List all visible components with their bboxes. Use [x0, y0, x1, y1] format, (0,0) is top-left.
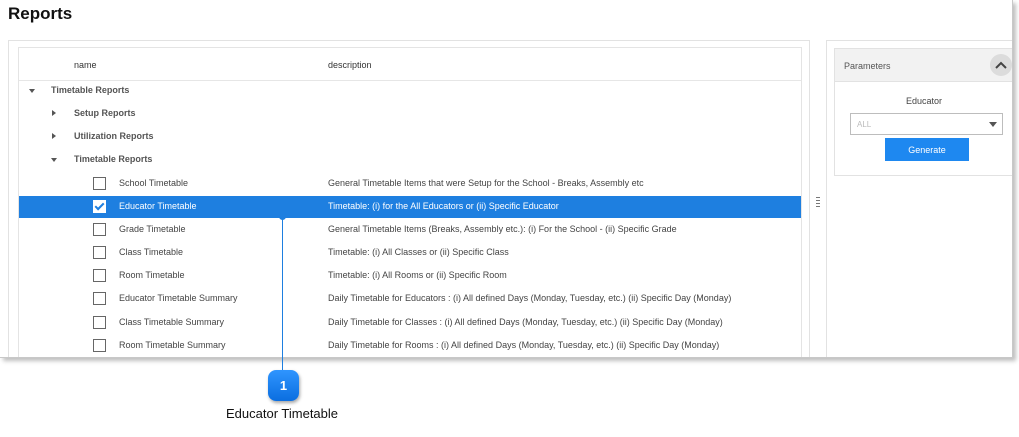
generate-button[interactable]: Generate — [885, 138, 969, 161]
report-name: School Timetable — [119, 178, 189, 188]
callout-badge: 1 — [268, 370, 299, 401]
report-description: Timetable: (i) All Rooms or (ii) Specifi… — [328, 270, 507, 280]
triangle-down-icon[interactable] — [29, 89, 35, 93]
report-description: Daily Timetable for Classes : (i) All de… — [328, 317, 723, 327]
row-checkbox[interactable] — [93, 339, 106, 352]
tree-group-utilization-reports[interactable]: Utilization Reports — [19, 126, 801, 148]
parameters-box: Parameters Educator ALL Generate — [834, 48, 1012, 176]
reports-window: Reports name description Timetable Repor… — [0, 0, 1013, 358]
report-name: Educator Timetable — [119, 201, 197, 211]
report-tree-grid: name description Timetable Reports Setup… — [18, 47, 802, 357]
collapse-button[interactable] — [990, 54, 1012, 76]
triangle-right-icon[interactable] — [52, 110, 56, 116]
report-name: Class Timetable — [119, 247, 184, 257]
column-header-description[interactable]: description — [328, 60, 372, 70]
group-label: Timetable Reports — [51, 85, 130, 95]
report-row-educator-timetable[interactable]: Educator Timetable Timetable: (i) for th… — [19, 196, 801, 218]
report-name: Room Timetable — [119, 270, 185, 280]
report-name: Class Timetable Summary — [119, 317, 225, 327]
report-row-room-timetable[interactable]: Room Timetable Timetable: (i) All Rooms … — [19, 265, 801, 287]
grid-header: name description — [19, 48, 801, 81]
row-checkbox-checked[interactable] — [93, 200, 106, 213]
tree-group-timetable-reports[interactable]: Timetable Reports — [19, 80, 801, 102]
callout-caption: Educator Timetable — [226, 406, 339, 421]
callout-line — [282, 216, 283, 376]
report-description: General Timetable Items (Breaks, Assembl… — [328, 224, 677, 234]
report-description: Daily Timetable for Rooms : (i) All defi… — [328, 340, 720, 350]
report-name: Grade Timetable — [119, 224, 186, 234]
report-row-class-timetable[interactable]: Class Timetable Timetable: (i) All Class… — [19, 242, 801, 264]
group-label: Utilization Reports — [74, 131, 154, 141]
row-checkbox[interactable] — [93, 246, 106, 259]
report-name: Educator Timetable Summary — [119, 293, 238, 303]
tree-group-setup-reports[interactable]: Setup Reports — [19, 103, 801, 125]
row-checkbox[interactable] — [93, 269, 106, 282]
row-checkbox[interactable] — [93, 292, 106, 305]
report-description: Daily Timetable for Educators : (i) All … — [328, 293, 732, 303]
page-title: Reports — [8, 4, 73, 23]
row-checkbox[interactable] — [93, 316, 106, 329]
callout-anchor — [279, 213, 286, 220]
educator-select-value: ALL — [857, 120, 872, 129]
report-row-educator-timetable-summary[interactable]: Educator Timetable Summary Daily Timetab… — [19, 288, 801, 310]
triangle-right-icon[interactable] — [52, 133, 56, 139]
report-name: Room Timetable Summary — [119, 340, 226, 350]
dropdown-arrow-icon[interactable] — [989, 122, 997, 127]
report-row-grade-timetable[interactable]: Grade Timetable General Timetable Items … — [19, 219, 801, 241]
report-row-class-timetable-summary[interactable]: Class Timetable Summary Daily Timetable … — [19, 312, 801, 334]
row-checkbox[interactable] — [93, 177, 106, 190]
report-description: Timetable: (i) for the All Educators or … — [328, 201, 559, 211]
educator-label: Educator — [905, 96, 943, 106]
row-checkbox[interactable] — [93, 223, 106, 236]
chevron-up-icon — [995, 61, 1007, 69]
parameters-title: Parameters — [844, 61, 891, 71]
parameters-header: Parameters — [835, 49, 1012, 82]
educator-select[interactable]: ALL — [850, 113, 1003, 135]
splitter-handle-icon[interactable] — [816, 197, 820, 209]
report-row-school-timetable[interactable]: School Timetable General Timetable Items… — [19, 173, 801, 195]
report-row-room-timetable-summary[interactable]: Room Timetable Summary Daily Timetable f… — [19, 335, 801, 357]
column-header-name[interactable]: name — [74, 60, 97, 70]
triangle-down-icon[interactable] — [51, 158, 57, 162]
tree-group-timetable-subreports[interactable]: Timetable Reports — [19, 149, 801, 171]
group-label: Setup Reports — [74, 108, 136, 118]
report-description: Timetable: (i) All Classes or (ii) Speci… — [328, 247, 509, 257]
report-description: General Timetable Items that were Setup … — [328, 178, 644, 188]
group-label: Timetable Reports — [74, 154, 153, 164]
